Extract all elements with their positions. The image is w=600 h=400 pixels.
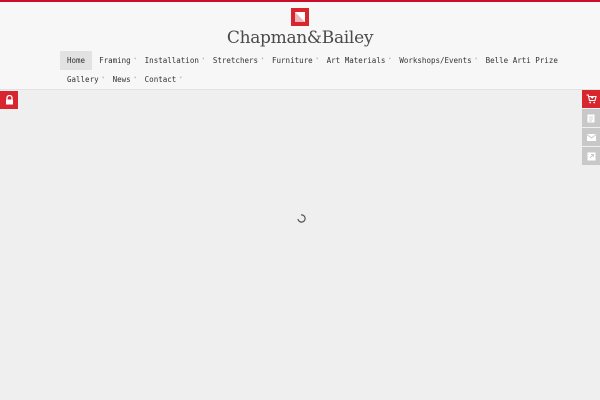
- external-link-button[interactable]: [582, 147, 600, 165]
- nav-item-art-materials[interactable]: Art Materials ▾: [320, 51, 393, 70]
- nav-item-contact[interactable]: Contact ▾: [138, 70, 184, 89]
- document-button[interactable]: [582, 109, 600, 127]
- nav-item-furniture[interactable]: Furniture ▾: [265, 51, 320, 70]
- chevron-down-icon: ▾: [133, 56, 137, 62]
- nav-item-label: Belle Arti Prize: [485, 56, 558, 65]
- nav-item-label: Home: [67, 56, 86, 65]
- side-toolbar: [582, 90, 600, 166]
- main-navigation: Home Framing ▾ Installation ▾ Stretchers ▾ …: [60, 51, 558, 89]
- nav-row-primary: Home Framing ▾ Installation ▾ Stretchers ▾ …: [60, 51, 558, 70]
- loading-spinner-icon: [297, 214, 306, 223]
- lock-button[interactable]: [0, 91, 18, 109]
- external-link-icon: [587, 152, 595, 160]
- nav-item-home[interactable]: Home: [60, 51, 93, 70]
- cart-icon: [586, 94, 597, 104]
- document-icon: [587, 114, 595, 122]
- lock-icon: [5, 95, 13, 105]
- brand-name: Chapman&Bailey: [226, 28, 374, 48]
- nav-item-gallery[interactable]: Gallery ▾: [60, 70, 106, 89]
- nav-item-workshops-events[interactable]: Workshops/Events ▾: [392, 51, 478, 70]
- nav-item-label: Framing: [99, 56, 131, 65]
- nav-item-label: Installation: [144, 56, 199, 65]
- nav-item-label: Gallery: [67, 75, 99, 84]
- nav-item-label: Workshops/Events: [399, 56, 472, 65]
- chevron-down-icon: ▾: [474, 56, 478, 62]
- nav-item-installation[interactable]: Installation ▾: [138, 51, 206, 70]
- chevron-down-icon: ▾: [315, 56, 319, 62]
- nav-item-label: News: [112, 75, 131, 84]
- logo-mark-icon: [291, 8, 309, 26]
- mail-button[interactable]: [582, 128, 600, 146]
- nav-item-label: Stretchers: [212, 56, 259, 65]
- nav-row-secondary: Gallery ▾ News ▾ Contact ▾: [60, 70, 540, 89]
- nav-item-label: Art Materials: [326, 56, 386, 65]
- chevron-down-icon: ▾: [179, 75, 183, 81]
- site-header: Chapman&Bailey Home Framing ▾ Installatio…: [0, 2, 600, 90]
- chevron-down-icon: ▾: [261, 56, 265, 62]
- chevron-down-icon: ▾: [133, 75, 137, 81]
- nav-item-label: Contact: [144, 75, 177, 84]
- nav-item-belle-arti-prize[interactable]: Belle Arti Prize: [479, 51, 565, 70]
- nav-item-news[interactable]: News ▾: [106, 70, 138, 89]
- nav-item-stretchers[interactable]: Stretchers ▾: [206, 51, 265, 70]
- chevron-down-icon: ▾: [201, 56, 205, 62]
- cart-button[interactable]: [582, 90, 600, 108]
- chevron-down-icon: ▾: [101, 75, 105, 81]
- chevron-down-icon: ▾: [388, 56, 392, 62]
- mail-icon: [586, 133, 596, 141]
- nav-item-framing[interactable]: Framing ▾: [92, 51, 138, 70]
- nav-item-label: Furniture: [272, 56, 313, 65]
